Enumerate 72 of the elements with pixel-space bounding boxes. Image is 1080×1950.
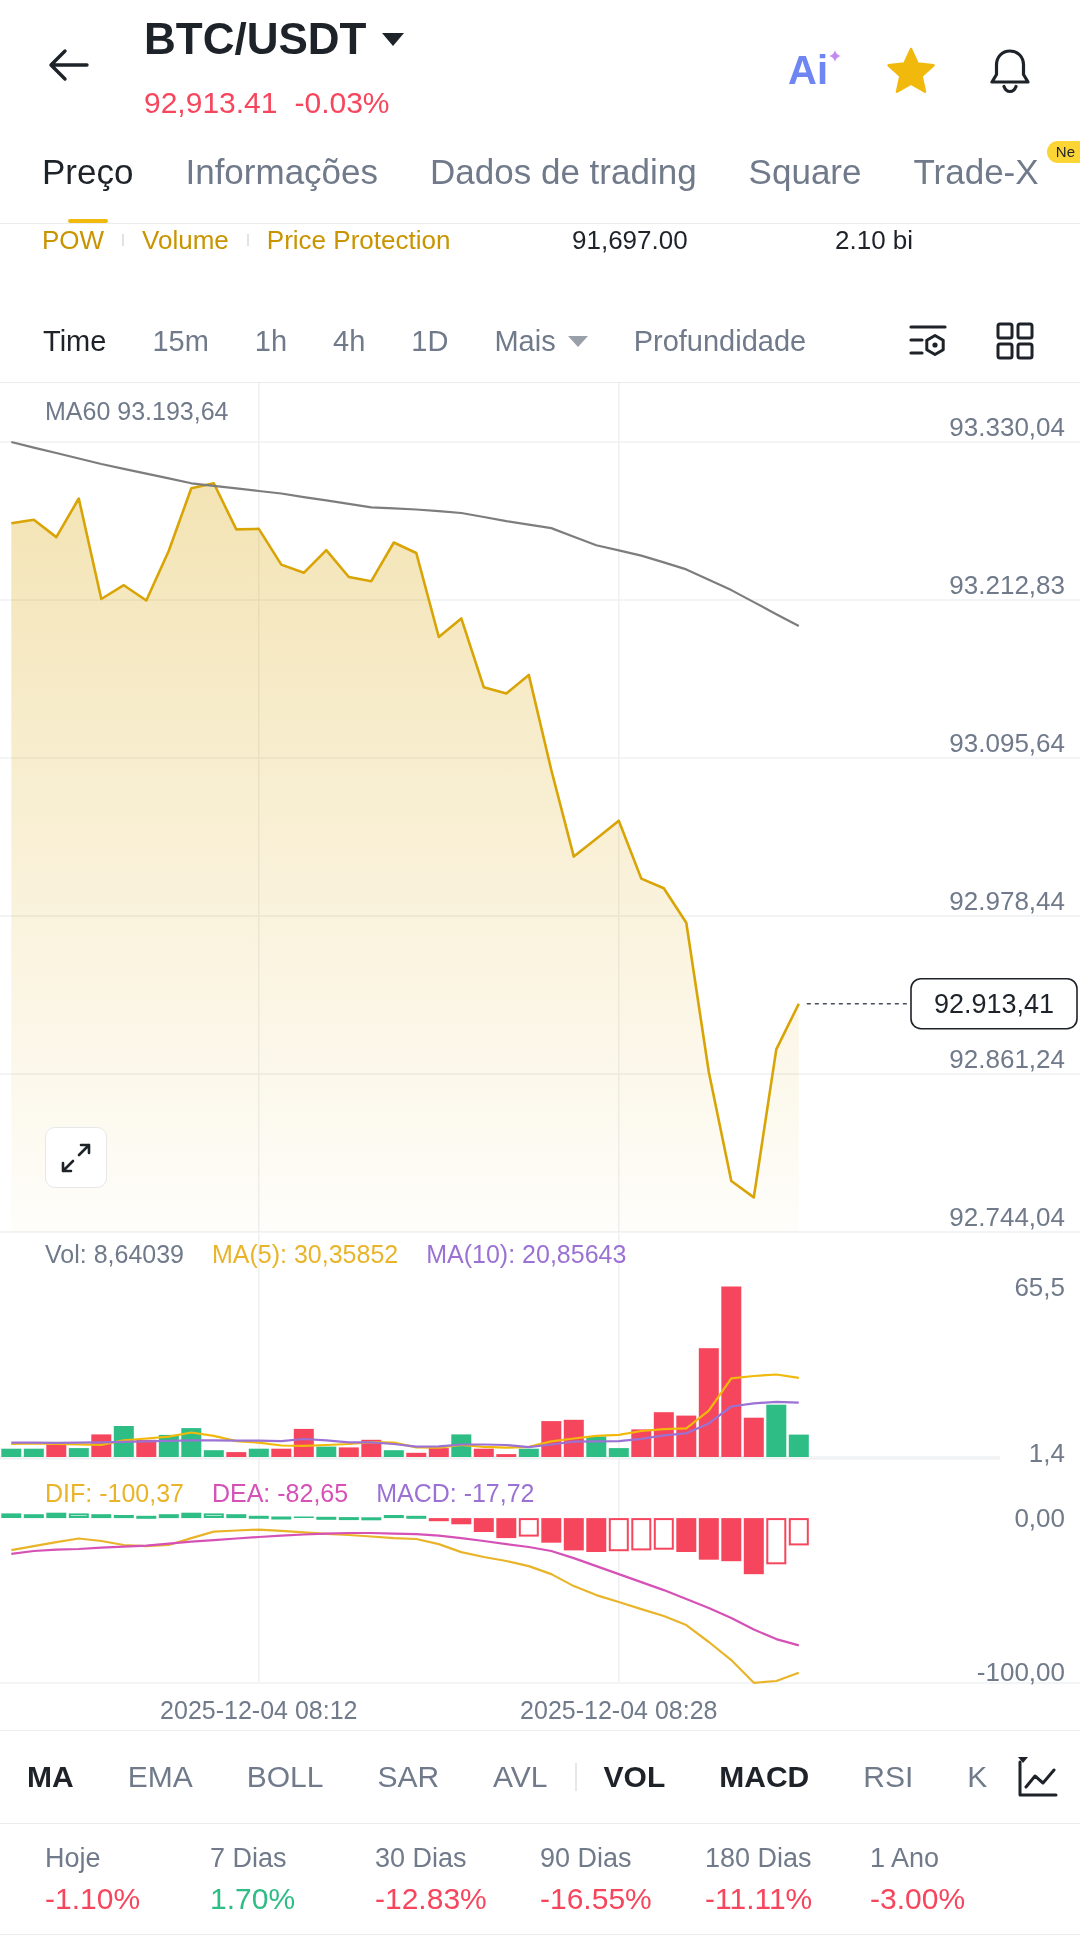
axis-label: 93.212,83 — [949, 570, 1065, 600]
indicator-tab[interactable]: SAR — [377, 1759, 440, 1795]
interval-tab[interactable]: Time — [43, 324, 107, 358]
indicator-tab[interactable]: VOL — [603, 1759, 666, 1795]
axis-label: 1,4 — [1028, 1438, 1065, 1469]
time-axis-label: 2025-12-04 08:28 — [520, 1696, 718, 1724]
tag-link[interactable]: Price Protection — [266, 225, 451, 255]
ai-button[interactable]: Ai — [788, 47, 841, 93]
section-tab[interactable]: Dados de trading — [430, 152, 697, 223]
indicator-tab[interactable]: K — [967, 1759, 988, 1795]
interval-tab[interactable]: 4h — [333, 324, 366, 358]
axis-label: -100,00 — [976, 1657, 1065, 1688]
period-change: -12.83% — [375, 1880, 487, 1917]
axis-label: 93.095,64 — [949, 728, 1065, 758]
tag-link[interactable]: Volume — [142, 225, 229, 255]
interval-tab[interactable]: 1h — [254, 324, 288, 358]
period-change: -1.10% — [45, 1880, 141, 1917]
back-arrow-icon[interactable] — [48, 48, 90, 82]
interval-tab[interactable]: 15m — [152, 324, 209, 358]
section-tab[interactable]: Square — [748, 152, 862, 223]
time-axis-label: 2025-12-04 08:12 — [160, 1696, 358, 1724]
interval-tab[interactable]: Profundidade — [633, 324, 807, 358]
section-tab[interactable]: Trade-X — [913, 152, 1039, 223]
axis-label: 92.861,24 — [949, 1044, 1065, 1074]
axis-label: 65,5 — [1014, 1271, 1065, 1302]
legend-label: DEA: -82,65 — [211, 1478, 349, 1508]
period-change: -3.00% — [870, 1880, 966, 1917]
current-price-tag: 92.913,41 — [910, 977, 1078, 1030]
expand-button[interactable] — [45, 1127, 107, 1188]
line-chart-icon[interactable] — [1016, 1756, 1058, 1798]
info-value: 2.10 bi — [835, 225, 915, 255]
caret-icon — [567, 335, 588, 347]
indicator-tab[interactable]: MACD — [719, 1759, 810, 1795]
axis-label: 0,00 — [1014, 1503, 1065, 1534]
legend-label: Vol: 8,64039 — [45, 1239, 184, 1269]
period-label: Hoje — [45, 1841, 101, 1875]
period-change: 1.70% — [210, 1880, 296, 1917]
bell-icon[interactable] — [987, 46, 1033, 94]
period-label: 180 Dias — [705, 1841, 812, 1875]
axis-label: 92.744,04 — [949, 1202, 1065, 1232]
period-change: -16.55% — [540, 1880, 652, 1917]
new-badge: Ne — [1046, 141, 1080, 163]
axis-label: 93.330,04 — [949, 412, 1065, 442]
interval-tab[interactable]: 1D — [411, 324, 449, 358]
indicator-tab[interactable]: AVL — [493, 1759, 548, 1795]
tag-link[interactable]: POW — [42, 225, 105, 255]
last-price: 92,913.41 — [144, 85, 278, 121]
legend-label: MACD: -17,72 — [376, 1478, 535, 1508]
caret-icon — [382, 32, 405, 46]
indicator-tab[interactable]: RSI — [863, 1759, 914, 1795]
indicator-tab[interactable]: MA — [27, 1759, 74, 1795]
more-dropdown[interactable]: Mais — [494, 324, 588, 358]
price-change: -0.03% — [294, 85, 390, 121]
section-tab[interactable]: Informações — [185, 152, 379, 223]
legend-label: DIF: -100,37 — [45, 1478, 184, 1508]
pair-selector[interactable]: BTC/USDT — [144, 14, 405, 64]
period-label: 7 Dias — [210, 1841, 287, 1875]
star-icon[interactable] — [886, 46, 936, 94]
legend-label: MA(10): 20,85643 — [426, 1239, 627, 1269]
period-change: -11.11% — [705, 1880, 813, 1917]
sparkle-icon — [829, 50, 841, 62]
legend-label: MA60 93.193,64 — [45, 396, 229, 426]
section-tab[interactable]: Preço — [42, 152, 134, 223]
indicator-tab[interactable]: BOLL — [246, 1759, 324, 1795]
period-label: 90 Dias — [540, 1841, 632, 1875]
grid-icon[interactable] — [995, 321, 1035, 361]
period-label: 30 Dias — [375, 1841, 467, 1875]
info-value: 91,697.00 — [572, 225, 689, 255]
legend-label: MA(5): 30,35852 — [212, 1239, 399, 1269]
period-label: 1 Ano — [870, 1841, 940, 1875]
axis-label: 92.978,44 — [949, 886, 1065, 916]
indicator-tab[interactable]: EMA — [127, 1759, 193, 1795]
